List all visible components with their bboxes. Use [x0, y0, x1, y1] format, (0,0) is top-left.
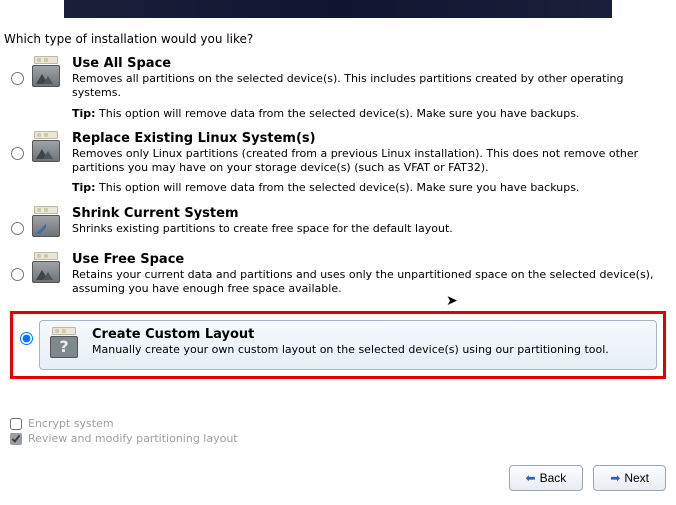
- storage-icon: [30, 252, 66, 286]
- option-desc: Removes only Linux partitions (created f…: [72, 147, 660, 176]
- option-tip: Tip: This option will remove data from t…: [72, 107, 660, 121]
- encrypt-checkbox-input[interactable]: [10, 418, 22, 430]
- radio-use-free-space[interactable]: [11, 268, 24, 281]
- radio-replace-linux[interactable]: [11, 147, 24, 160]
- arrow-left-icon: ⬅: [526, 471, 536, 485]
- header-banner: [64, 0, 612, 18]
- back-button[interactable]: ⬅ Back: [509, 465, 584, 491]
- option-desc: Manually create your own custom layout o…: [92, 343, 642, 357]
- next-label: Next: [624, 471, 649, 485]
- arrow-right-icon: ➡: [610, 471, 620, 485]
- radio-use-all-space[interactable]: [11, 72, 24, 85]
- question-icon: ?: [48, 327, 84, 361]
- option-title: Create Custom Layout: [92, 327, 642, 342]
- option-title: Use All Space: [72, 56, 660, 71]
- encrypt-label: Encrypt system: [28, 417, 114, 430]
- option-create-custom-layout[interactable]: ? Create Custom Layout Manually create y…: [17, 318, 659, 372]
- installation-options: Use All Space Removes all partitions on …: [0, 54, 676, 379]
- option-title: Replace Existing Linux System(s): [72, 131, 660, 146]
- review-label: Review and modify partitioning layout: [28, 432, 238, 445]
- highlight-frame: ? Create Custom Layout Manually create y…: [10, 311, 666, 379]
- bottom-checkboxes: Encrypt system Review and modify partiti…: [10, 415, 238, 447]
- storage-icon: [30, 131, 66, 165]
- storage-icon: [30, 56, 66, 90]
- option-desc: Retains your current data and partitions…: [72, 268, 660, 297]
- option-title: Use Free Space: [72, 252, 660, 267]
- storage-shrink-icon: [30, 206, 66, 240]
- radio-shrink-current[interactable]: [11, 222, 24, 235]
- option-title: Shrink Current System: [72, 206, 660, 221]
- option-desc: Shrinks existing partitions to create fr…: [72, 222, 660, 236]
- option-shrink-current[interactable]: Shrink Current System Shrinks existing p…: [6, 204, 670, 250]
- next-button[interactable]: ➡ Next: [593, 465, 666, 491]
- review-layout-checkbox[interactable]: Review and modify partitioning layout: [10, 432, 238, 445]
- radio-create-custom-layout[interactable]: [20, 332, 33, 345]
- footer-buttons: ⬅ Back ➡ Next: [509, 465, 667, 491]
- page-heading: Which type of installation would you lik…: [4, 32, 676, 46]
- option-use-all-space[interactable]: Use All Space Removes all partitions on …: [6, 54, 670, 129]
- option-desc: Removes all partitions on the selected d…: [72, 72, 660, 101]
- back-label: Back: [540, 471, 567, 485]
- option-use-free-space[interactable]: Use Free Space Retains your current data…: [6, 250, 670, 311]
- option-tip: Tip: This option will remove data from t…: [72, 181, 660, 195]
- encrypt-system-checkbox[interactable]: Encrypt system: [10, 417, 238, 430]
- review-checkbox-input[interactable]: [10, 433, 22, 445]
- option-replace-linux[interactable]: Replace Existing Linux System(s) Removes…: [6, 129, 670, 204]
